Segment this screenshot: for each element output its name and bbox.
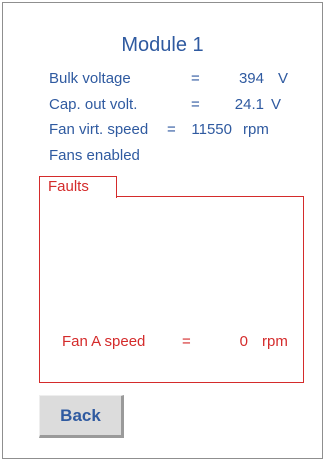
fault-fan-a-speed-value: 0: [239, 333, 248, 350]
fan-virt-speed-value: 11550: [191, 121, 232, 138]
fan-virt-speed-label: Fan virt. speed: [49, 121, 149, 138]
fault-fan-a-speed-label: Fan A speed: [62, 333, 146, 350]
fans-status-text: Fans enabled: [49, 147, 140, 164]
faults-tab: Faults: [39, 176, 117, 198]
faults-group: [39, 196, 304, 383]
cap-out-volt-equals: =: [191, 96, 200, 113]
page-title: Module 1: [121, 34, 204, 56]
cap-out-volt-label: Cap. out volt.: [49, 96, 138, 113]
fan-virt-speed-unit: rpm: [243, 121, 269, 138]
bulk-voltage-label: Bulk voltage: [49, 70, 131, 87]
fan-virt-speed-equals: =: [167, 121, 176, 138]
back-button[interactable]: Back: [39, 395, 124, 438]
cap-out-volt-unit: V: [271, 96, 282, 113]
cap-out-volt-value: 24.1: [234, 96, 264, 113]
fault-fan-a-speed-equals: =: [182, 333, 191, 350]
bulk-voltage-value: 394: [238, 70, 264, 87]
fault-fan-a-speed-unit: rpm: [262, 333, 288, 350]
bulk-voltage-equals: =: [191, 70, 200, 87]
bulk-voltage-unit: V: [278, 70, 289, 87]
faults-tab-label: Faults: [48, 178, 89, 195]
